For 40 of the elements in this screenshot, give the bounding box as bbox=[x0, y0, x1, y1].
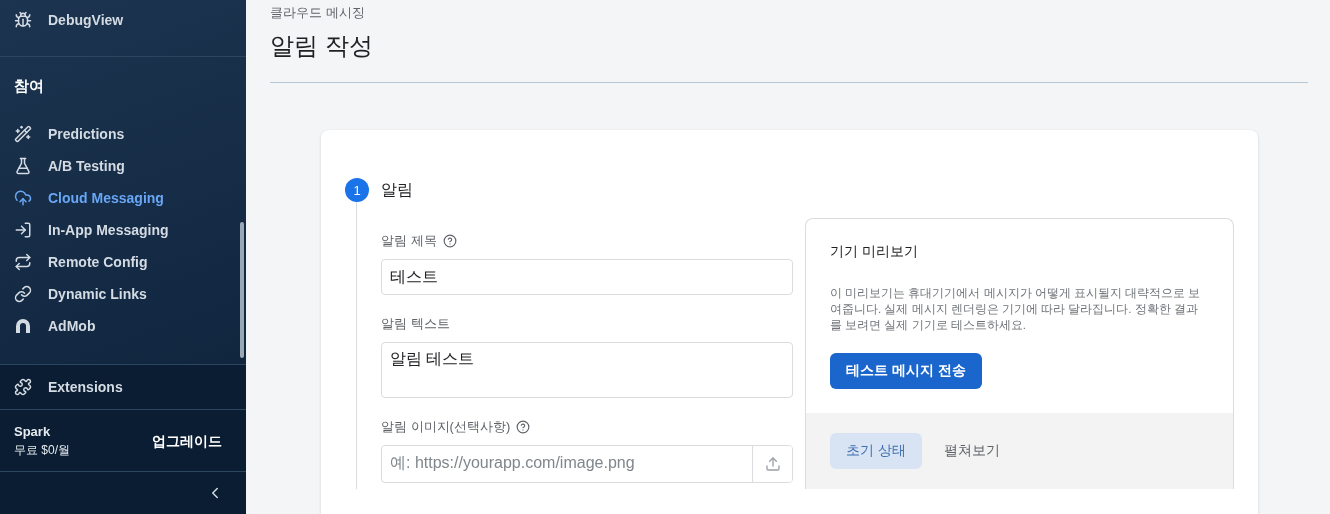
scrollbar[interactable] bbox=[240, 222, 244, 358]
sidebar-item[interactable]: Cloud Messaging bbox=[0, 182, 246, 214]
flask-icon bbox=[14, 157, 32, 175]
page-title: 알림 작성 bbox=[270, 30, 1308, 83]
input-field[interactable]: 알림 테스트 bbox=[381, 342, 793, 398]
admob-icon bbox=[14, 317, 32, 335]
step-title: 알림 bbox=[381, 179, 413, 200]
bug-icon bbox=[14, 11, 32, 29]
sidebar-item[interactable]: In-App Messaging bbox=[0, 214, 246, 246]
step-number: 1 bbox=[345, 178, 369, 202]
cloud-icon bbox=[14, 189, 32, 207]
sidebar-item[interactable]: Predictions bbox=[0, 118, 246, 150]
upgrade-button[interactable]: 업그레이드 bbox=[152, 432, 222, 451]
wand-icon bbox=[14, 125, 32, 143]
arrows-icon bbox=[14, 253, 32, 271]
puzzle-icon bbox=[14, 378, 32, 396]
help-icon[interactable] bbox=[442, 234, 457, 248]
input-field[interactable]: 테스트 bbox=[381, 259, 793, 295]
sidebar-item[interactable]: A/B Testing bbox=[0, 150, 246, 182]
help-icon[interactable] bbox=[516, 420, 531, 434]
send-test-button[interactable]: 테스트 메시지 전송 bbox=[830, 353, 982, 389]
preview-description: 이 미리보기는 휴대기기에서 메시지가 어떻게 표시될지 대략적으로 보여줍니다. 실제 메시지 렌더링은 기기에 따라 달라집니다. 정확한 결과를 보려면 실제 기기로 테스트하세요. bbox=[830, 286, 1202, 333]
preview-tab[interactable]: 펼쳐보기 bbox=[927, 433, 1016, 469]
link-icon bbox=[14, 285, 32, 303]
preview-tab[interactable]: 초기 상태 bbox=[830, 433, 922, 469]
breadcrumb: 클라우드 메시징 bbox=[270, 4, 366, 22]
sidebar-item[interactable]: Dynamic Links bbox=[0, 278, 246, 310]
input-field[interactable]: 예: https://yourapp.com/image.png bbox=[381, 445, 793, 483]
sidebar-item[interactable]: Remote Config bbox=[0, 246, 246, 278]
sidebar-item[interactable]: DebugView bbox=[0, 0, 246, 40]
upload-icon bbox=[764, 456, 781, 472]
section-title: 참여 bbox=[13, 76, 45, 96]
field-label: 알림 제목 bbox=[381, 232, 437, 250]
enter-icon bbox=[14, 221, 32, 239]
sidebar-item[interactable]: AdMob bbox=[0, 310, 246, 342]
field-label: 알림 텍스트 bbox=[381, 315, 450, 333]
plan-price: 무료 $0/월 bbox=[14, 442, 70, 459]
field-label: 알림 이미지(선택사항) bbox=[381, 418, 511, 436]
plan-name: Spark bbox=[14, 424, 52, 439]
preview-title: 기기 미리보기 bbox=[830, 243, 919, 261]
